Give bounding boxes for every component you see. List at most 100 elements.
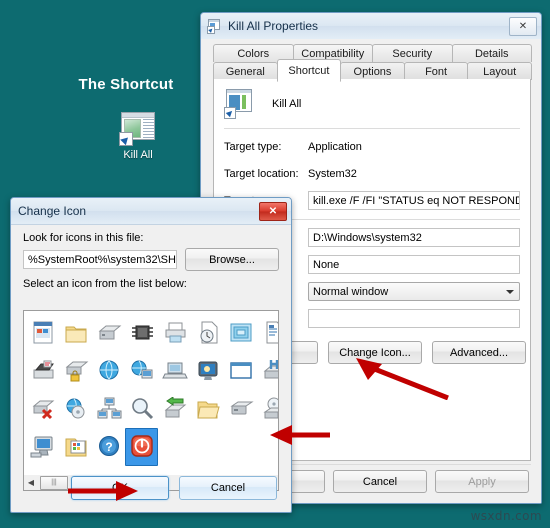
tab-details[interactable]: Details xyxy=(451,44,532,62)
scroll-left-arrow-icon[interactable]: ◀ xyxy=(24,476,38,489)
laptop-icon[interactable] xyxy=(158,352,191,390)
icon-list-box[interactable]: ? xyxy=(23,310,279,477)
target-location-value: System32 xyxy=(308,167,357,180)
shortcut-icon xyxy=(119,112,157,146)
monitor-icon[interactable] xyxy=(26,428,59,466)
tab-font[interactable]: Font xyxy=(403,62,469,80)
text-document-icon[interactable] xyxy=(257,314,278,352)
shortcut-window-icon xyxy=(207,19,222,34)
scrollbar-thumb[interactable]: ||| xyxy=(40,475,68,490)
mapped-drive-h-icon[interactable] xyxy=(257,352,278,390)
change-icon-ok-button[interactable]: OK xyxy=(71,476,169,500)
removable-drive-icon[interactable] xyxy=(224,390,257,428)
start-in-input[interactable]: D:\Windows\system32 xyxy=(308,228,520,247)
tab-layout[interactable]: Layout xyxy=(467,62,532,80)
svg-text:?: ? xyxy=(105,440,112,454)
globe-disc-icon-glyph xyxy=(66,398,84,419)
browse-button[interactable]: Browse... xyxy=(185,248,279,271)
document-clock-icon-glyph xyxy=(200,321,217,344)
header-divider xyxy=(224,128,520,129)
network-globe-pc-icon-glyph xyxy=(131,360,152,379)
folder-icon[interactable] xyxy=(59,314,92,352)
shortcut-overlay-arrow-icon xyxy=(119,132,133,146)
change-icon-title-text: Change Icon xyxy=(18,204,87,218)
globe-disc-icon[interactable] xyxy=(59,390,92,428)
tab-row-bottom: General Shortcut Options Font Layout xyxy=(213,59,532,82)
properties-title-bar[interactable]: Kill All Properties ✕ xyxy=(201,13,541,40)
properties-apply-button: Apply xyxy=(435,470,529,493)
run-select[interactable]: Normal window xyxy=(308,282,520,301)
target-input[interactable]: kill.exe /F /FI "STATUS eq NOT RESPONDIN… xyxy=(308,191,520,210)
network-workgroup-icon[interactable] xyxy=(92,390,125,428)
network-globe-pc-icon[interactable] xyxy=(125,352,158,390)
comment-input[interactable] xyxy=(308,309,520,328)
green-arrow-drive-icon-glyph xyxy=(164,397,186,418)
document-window-icon-glyph xyxy=(33,321,52,344)
look-for-icons-label: Look for icons in this file: xyxy=(23,232,144,244)
change-icon-dialog: Change Icon ✕ Look for icons in this fil… xyxy=(10,197,292,513)
document-clock-icon[interactable] xyxy=(191,314,224,352)
blue-monitor-icon[interactable] xyxy=(191,352,224,390)
blue-window-icon-glyph xyxy=(230,323,251,342)
desktop-caption: The Shortcut xyxy=(78,76,174,93)
scanner-icon[interactable] xyxy=(26,352,59,390)
advanced-button[interactable]: Advanced... xyxy=(432,341,526,364)
icon-file-row: %SystemRoot%\system32\SHELL32 Browse... xyxy=(23,248,279,271)
help-question-icon[interactable]: ? xyxy=(92,428,125,466)
locked-drive-icon-glyph xyxy=(65,361,88,382)
properties-close-button[interactable]: ✕ xyxy=(509,16,537,36)
cd-drive-icon-glyph xyxy=(262,397,278,419)
change-icon-footer-buttons: OK Cancel xyxy=(71,476,277,500)
shortcut-key-input[interactable]: None xyxy=(308,255,520,274)
hard-drive-icon[interactable] xyxy=(92,314,125,352)
globe-icon[interactable] xyxy=(92,352,125,390)
document-window-icon[interactable] xyxy=(26,314,59,352)
icon-grid: ? xyxy=(26,314,278,466)
icon-file-input[interactable]: %SystemRoot%\system32\SHELL32 xyxy=(23,250,177,269)
control-panel-folder-icon-glyph xyxy=(65,438,86,457)
green-arrow-drive-icon[interactable] xyxy=(158,390,191,428)
open-folder-icon[interactable] xyxy=(191,390,224,428)
target-type-value: Application xyxy=(308,140,362,153)
tab-security[interactable]: Security xyxy=(372,44,453,62)
change-icon-close-button[interactable]: ✕ xyxy=(259,201,287,221)
scanner-icon-glyph xyxy=(33,360,54,379)
network-workgroup-icon-glyph xyxy=(97,397,121,419)
blue-monitor-icon-glyph xyxy=(198,361,217,380)
shortcut-header-name: Kill All xyxy=(272,98,302,110)
search-magnifier-icon[interactable] xyxy=(125,390,158,428)
cd-drive-icon[interactable] xyxy=(257,390,278,428)
properties-tabstrip: Colors Compatibility Security Details Ge… xyxy=(213,44,532,82)
shortcut-header: Kill All xyxy=(214,79,530,119)
removable-drive-icon-glyph xyxy=(229,401,254,415)
locked-drive-icon[interactable] xyxy=(59,352,92,390)
empty-window-icon-glyph xyxy=(229,362,252,379)
tab-shortcut[interactable]: Shortcut xyxy=(276,59,342,82)
laptop-icon-glyph xyxy=(161,362,188,379)
change-icon-title-bar[interactable]: Change Icon ✕ xyxy=(11,198,291,225)
memory-chip-icon[interactable] xyxy=(125,314,158,352)
watermark: wsxdn.com xyxy=(470,509,542,523)
properties-cancel-button[interactable]: Cancel xyxy=(333,470,427,493)
empty-window-icon[interactable] xyxy=(224,352,257,390)
chevron-down-icon xyxy=(506,290,514,294)
disconnect-drive-icon[interactable] xyxy=(26,390,59,428)
shortcut-large-icon xyxy=(224,89,254,119)
field-target-type: Target type: Application xyxy=(224,137,520,156)
tab-options[interactable]: Options xyxy=(340,62,405,80)
desktop-shortcut-kill-all[interactable]: Kill All xyxy=(108,112,168,161)
printer-icon-glyph xyxy=(165,322,185,343)
target-type-label: Target type: xyxy=(224,140,282,153)
printer-icon[interactable] xyxy=(158,314,191,352)
power-shutdown-icon[interactable] xyxy=(125,428,158,466)
change-icon-cancel-button[interactable]: Cancel xyxy=(179,476,277,500)
change-icon-button[interactable]: Change Icon... xyxy=(328,341,422,364)
memory-chip-icon-glyph xyxy=(131,325,153,340)
blue-window-icon[interactable] xyxy=(224,314,257,352)
help-question-icon-glyph: ? xyxy=(98,436,119,456)
tab-general[interactable]: General xyxy=(213,62,278,80)
hard-drive-icon-glyph xyxy=(98,325,121,340)
control-panel-folder-icon[interactable] xyxy=(59,428,92,466)
properties-title-text: Kill All Properties xyxy=(228,19,319,33)
globe-icon-glyph xyxy=(99,360,118,380)
